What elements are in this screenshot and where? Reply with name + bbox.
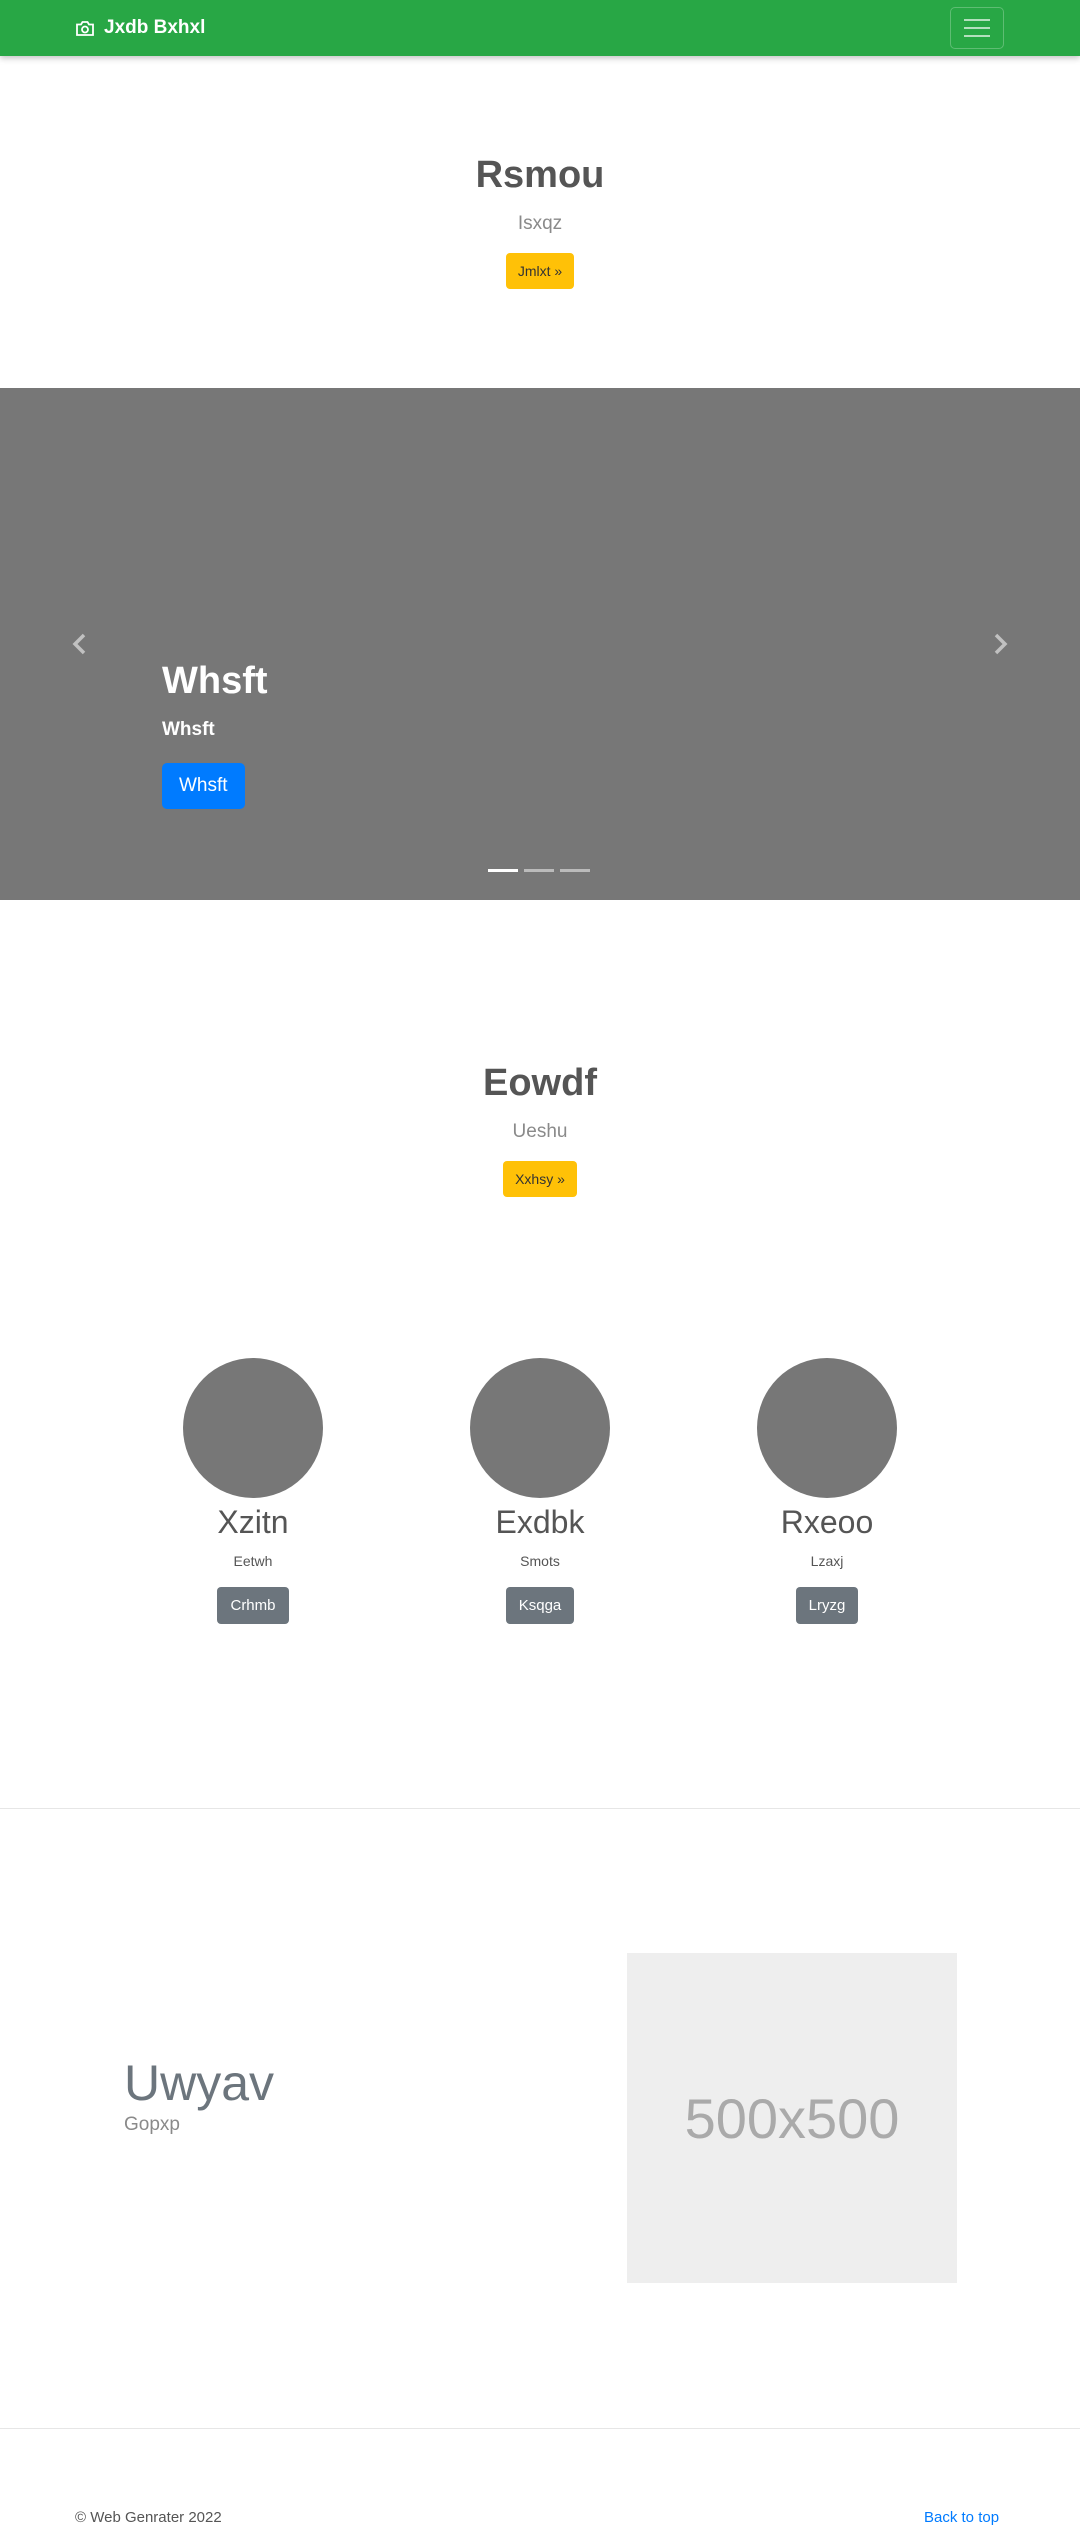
- feature-title: Rxeoo: [780, 1504, 874, 1540]
- carousel-indicator[interactable]: [488, 869, 518, 872]
- divider: [0, 2428, 1080, 2429]
- feature-button[interactable]: Crhmb: [217, 1587, 289, 1624]
- camera-icon: [76, 20, 94, 36]
- carousel-subtitle: Whsft: [162, 719, 215, 740]
- carousel-next-button[interactable]: [990, 632, 1010, 661]
- hero-title: Rsmou: [475, 154, 605, 196]
- featurette-title: Uwyav: [124, 2055, 275, 2111]
- hamburger-icon: [964, 19, 990, 21]
- carousel-prev-button[interactable]: [70, 632, 90, 661]
- carousel-indicator[interactable]: [560, 869, 590, 872]
- featurette-image: 500x500: [627, 1953, 957, 2283]
- feature-title: Exdbk: [495, 1504, 585, 1540]
- feature-column: Rxeoo Lzaxj Lryzg: [707, 1358, 947, 1624]
- carousel: Whsft Whsft Whsft: [0, 388, 1080, 900]
- chevron-right-icon: [994, 633, 1008, 655]
- hero-section: Rsmou Isxqz Jmlxt »: [0, 154, 1080, 289]
- feature-title: Xzitn: [217, 1504, 289, 1540]
- hero-button[interactable]: Jmlxt »: [505, 253, 575, 289]
- feature-image: [470, 1358, 610, 1498]
- chevron-left-icon: [72, 633, 86, 655]
- divider: [0, 1808, 1080, 1809]
- hero-section-2: Eowdf Ueshu Xxhsy »: [0, 1062, 1080, 1197]
- feature-column: Exdbk Smots Ksqga: [420, 1358, 660, 1624]
- navbar-toggler-button[interactable]: [950, 7, 1004, 49]
- feature-text: Lzaxj: [810, 1553, 844, 1569]
- hero-subtitle: Isxqz: [517, 213, 563, 234]
- featurette-subtitle: Gopxp: [124, 2114, 180, 2135]
- feature-column: Xzitn Eetwh Crhmb: [133, 1358, 373, 1624]
- brand-label: Jxdb Bxhxl: [104, 17, 206, 38]
- hero-title: Eowdf: [483, 1062, 597, 1104]
- hero-subtitle: Ueshu: [512, 1121, 568, 1142]
- carousel-title: Whsft: [162, 660, 268, 702]
- feature-text: Eetwh: [233, 1553, 273, 1569]
- carousel-indicator[interactable]: [524, 869, 554, 872]
- hero-button[interactable]: Xxhsy »: [503, 1161, 577, 1197]
- carousel-indicators: [488, 869, 590, 872]
- featurette-image-label: 500x500: [684, 2086, 900, 2150]
- carousel-caption: Whsft Whsft Whsft: [162, 660, 268, 809]
- feature-button[interactable]: Ksqga: [505, 1587, 575, 1624]
- navbar-brand[interactable]: Jxdb Bxhxl: [75, 14, 205, 42]
- carousel-button[interactable]: Whsft: [162, 763, 245, 809]
- back-to-top-link[interactable]: Back to top: [924, 2509, 999, 2526]
- feature-button[interactable]: Lryzg: [795, 1587, 859, 1624]
- feature-image: [183, 1358, 323, 1498]
- feature-text: Smots: [520, 1553, 560, 1569]
- footer-copyright: © Web Genrater 2022: [75, 2509, 222, 2526]
- navbar: Jxdb Bxhxl: [0, 0, 1080, 56]
- feature-image: [757, 1358, 897, 1498]
- featurette-text: Uwyav Gopxp: [124, 2054, 274, 2136]
